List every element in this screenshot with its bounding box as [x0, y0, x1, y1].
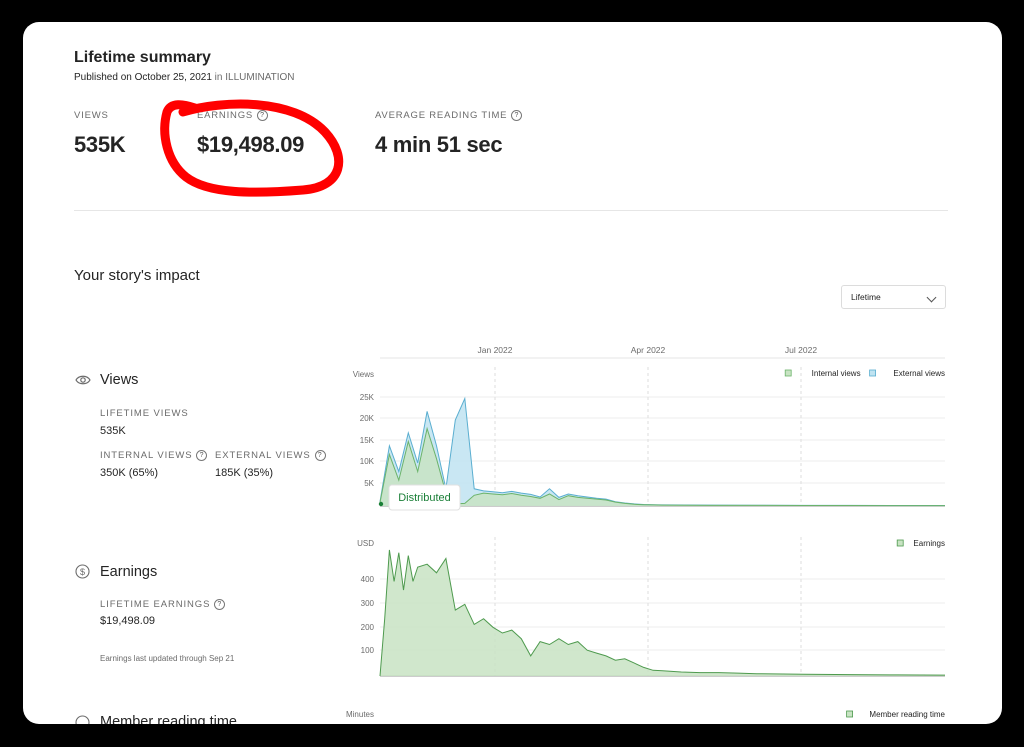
- legend-label: External views: [893, 369, 945, 378]
- y-tick-label: 200: [361, 623, 375, 632]
- series-area: [380, 398, 945, 506]
- y-tick-label: 100: [361, 646, 375, 655]
- y-tick-label: 20K: [360, 414, 375, 423]
- legend-swatch: [784, 369, 792, 377]
- legend-label: Member reading time: [869, 710, 945, 719]
- impact-charts: Jan 2022 Apr 2022 Jul 2022 Views 25K 20K 15K 10…: [346, 345, 946, 719]
- legend-label: Internal views: [812, 369, 861, 378]
- date-tick-label: Jan 2022: [478, 345, 513, 355]
- legend-swatch: [896, 539, 904, 547]
- y-tick-label: 5K: [364, 479, 374, 488]
- y-tick-label: 25K: [360, 393, 375, 402]
- series-area: [380, 549, 945, 676]
- y-axis-label: USD: [357, 539, 374, 548]
- y-axis-label: Views: [353, 370, 374, 379]
- date-tick-label: Jul 2022: [785, 345, 817, 355]
- legend-swatch: [846, 710, 853, 718]
- legend-label: Earnings: [913, 539, 945, 548]
- lifetime-summary-card: Lifetime summary Published on October 25…: [23, 22, 1002, 724]
- distributed-tooltip-label: Distributed: [398, 492, 451, 504]
- date-tick-label: Apr 2022: [631, 345, 666, 355]
- y-axis-label: Minutes: [346, 710, 374, 719]
- distributed-marker: [378, 501, 384, 507]
- y-tick-label: 10K: [360, 457, 375, 466]
- y-tick-label: 300: [361, 599, 375, 608]
- y-tick-label: 400: [361, 575, 375, 584]
- legend-swatch: [869, 369, 876, 377]
- y-tick-label: 15K: [360, 436, 375, 445]
